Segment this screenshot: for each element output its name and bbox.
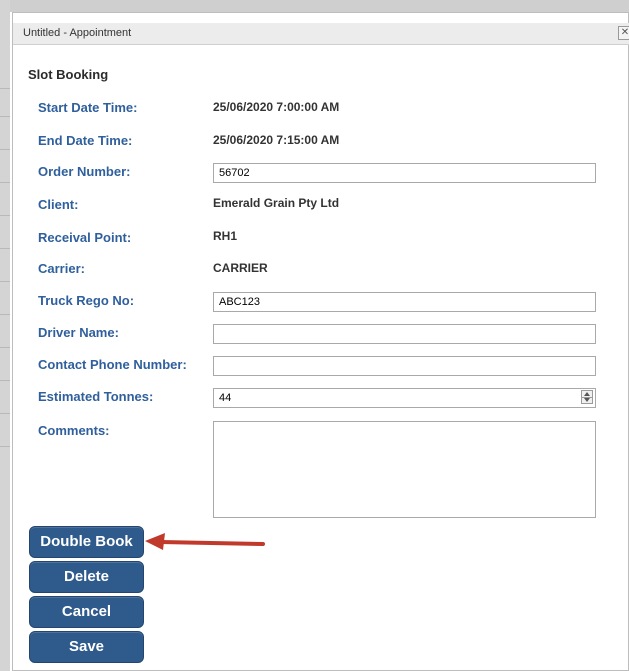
stepper-up-icon[interactable] xyxy=(584,392,590,396)
end-date-time-value: 25/06/2020 7:15:00 AM xyxy=(213,133,340,147)
close-icon: ✕ xyxy=(620,27,629,38)
section-title: Slot Booking xyxy=(28,67,109,82)
comments-label: Comments: xyxy=(38,423,110,438)
stepper-down-icon[interactable] xyxy=(584,398,590,402)
background-window xyxy=(0,0,629,12)
order-number-label: Order Number: xyxy=(38,164,131,179)
contact-phone-label: Contact Phone Number: xyxy=(38,357,187,372)
estimated-tonnes-label: Estimated Tonnes: xyxy=(38,389,154,404)
carrier-label: Carrier: xyxy=(38,261,85,276)
tonnes-stepper[interactable] xyxy=(581,390,593,404)
receival-point-value: RH1 xyxy=(213,229,238,243)
save-button[interactable]: Save xyxy=(29,631,144,663)
contact-phone-input[interactable] xyxy=(213,356,596,376)
comments-textarea[interactable] xyxy=(213,421,596,518)
order-number-input[interactable] xyxy=(213,163,596,183)
client-value: Emerald Grain Pty Ltd xyxy=(213,196,340,210)
client-label: Client: xyxy=(38,197,79,212)
cancel-button[interactable]: Cancel xyxy=(29,596,144,628)
truck-rego-label: Truck Rego No: xyxy=(38,293,135,308)
start-date-time-label: Start Date Time: xyxy=(38,100,138,115)
background-panel xyxy=(0,0,10,671)
driver-name-label: Driver Name: xyxy=(38,325,119,340)
double-book-button[interactable]: Double Book xyxy=(29,526,144,558)
dialog-title: Untitled - Appointment xyxy=(23,27,132,39)
appointment-dialog: Untitled - Appointment ✕ Slot Booking St… xyxy=(12,12,629,671)
dialog-titlebar[interactable]: Untitled - Appointment ✕ xyxy=(13,23,629,45)
end-date-time-label: End Date Time: xyxy=(38,133,133,148)
estimated-tonnes-field xyxy=(213,388,596,408)
receival-point-label: Receival Point: xyxy=(38,230,132,245)
start-date-time-value: 25/06/2020 7:00:00 AM xyxy=(213,100,340,114)
estimated-tonnes-input[interactable] xyxy=(213,388,596,408)
driver-name-input[interactable] xyxy=(213,324,596,344)
carrier-value: CARRIER xyxy=(213,261,268,275)
truck-rego-input[interactable] xyxy=(213,292,596,312)
annotation-arrow-icon xyxy=(145,533,265,550)
close-button[interactable]: ✕ xyxy=(618,26,629,40)
delete-button[interactable]: Delete xyxy=(29,561,144,593)
